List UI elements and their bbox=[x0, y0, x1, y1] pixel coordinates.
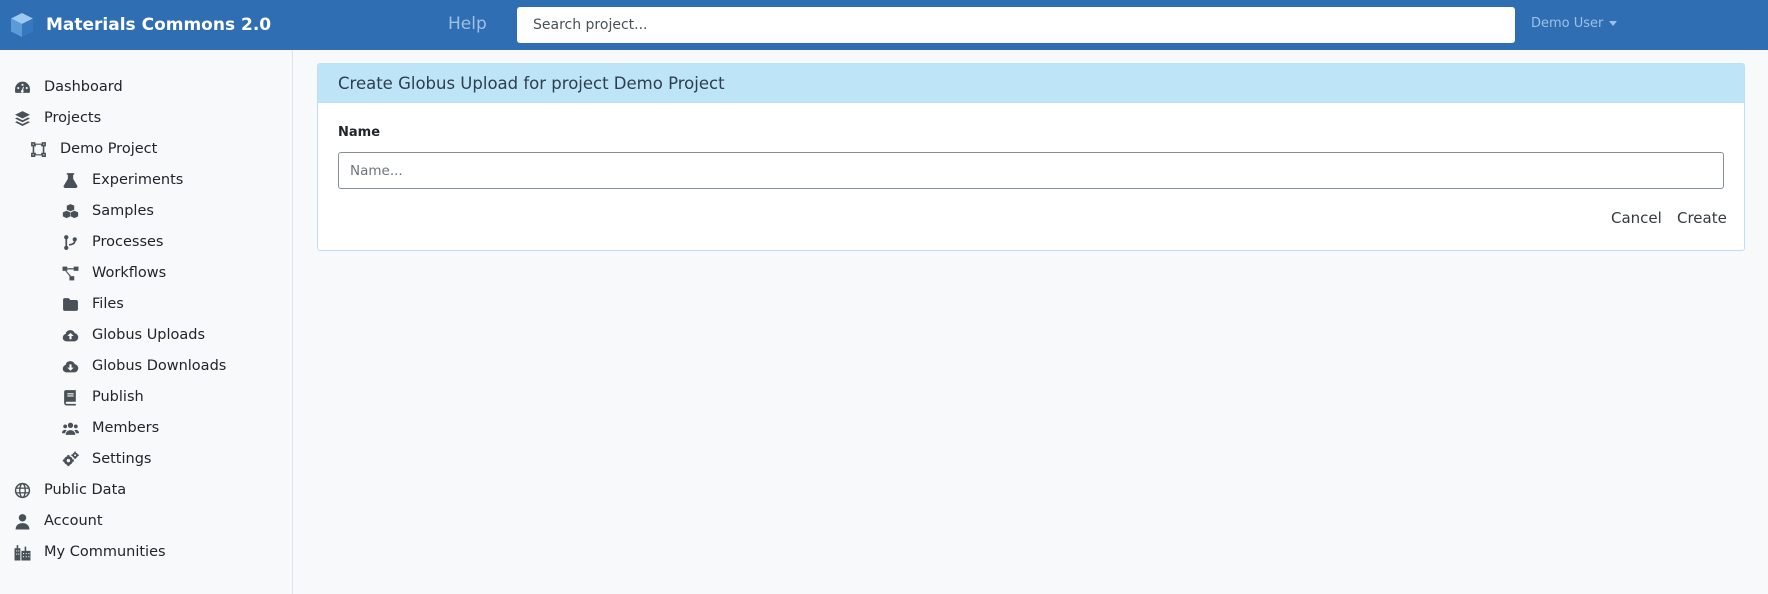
cloud-download-icon bbox=[61, 357, 79, 375]
sidebar-item-label: Files bbox=[92, 296, 124, 312]
sidebar-item-samples[interactable]: Samples bbox=[61, 198, 154, 224]
help-link[interactable]: Help bbox=[448, 14, 487, 34]
create-button[interactable]: Create bbox=[1677, 209, 1727, 227]
sidebar-item-experiments[interactable]: Experiments bbox=[61, 167, 183, 193]
project-shape-icon bbox=[29, 140, 47, 158]
sidebar-item-label: Processes bbox=[92, 234, 164, 250]
sidebar: Dashboard Projects Demo Project Experime… bbox=[0, 50, 293, 594]
sidebar-item-label: Experiments bbox=[92, 172, 184, 188]
dashboard-icon bbox=[13, 78, 31, 96]
workflow-icon bbox=[61, 264, 79, 282]
sidebar-item-label: Members bbox=[92, 420, 160, 436]
cogs-icon bbox=[61, 450, 79, 468]
sidebar-item-label: Settings bbox=[92, 451, 152, 467]
user-name: Demo User bbox=[1531, 16, 1604, 31]
sidebar-item-label: Demo Project bbox=[60, 141, 158, 157]
create-globus-upload-card: Create Globus Upload for project Demo Pr… bbox=[317, 63, 1745, 251]
sidebar-item-label: Account bbox=[44, 513, 103, 529]
top-navbar: Materials Commons 2.0 Help Demo User bbox=[0, 0, 1768, 50]
sidebar-item-workflows[interactable]: Workflows bbox=[61, 260, 166, 286]
sidebar-item-label: Dashboard bbox=[44, 79, 123, 95]
sidebar-item-my-communities[interactable]: My Communities bbox=[13, 539, 166, 565]
sidebar-item-publish[interactable]: Publish bbox=[61, 384, 144, 410]
sidebar-item-dashboard[interactable]: Dashboard bbox=[13, 74, 123, 100]
name-label: Name bbox=[338, 125, 381, 140]
brand[interactable]: Materials Commons 2.0 bbox=[10, 11, 271, 39]
sidebar-item-settings[interactable]: Settings bbox=[61, 446, 151, 472]
search-input[interactable] bbox=[517, 7, 1515, 43]
sidebar-item-files[interactable]: Files bbox=[61, 291, 124, 317]
user-icon bbox=[13, 512, 31, 530]
sidebar-item-label: Samples bbox=[92, 203, 154, 219]
sidebar-item-label: Workflows bbox=[92, 265, 167, 281]
sidebar-item-label: Public Data bbox=[44, 482, 127, 498]
book-icon bbox=[61, 388, 79, 406]
user-menu[interactable]: Demo User bbox=[1531, 16, 1618, 31]
cube-logo-icon bbox=[11, 13, 33, 37]
branch-icon bbox=[61, 233, 79, 251]
cancel-button[interactable]: Cancel bbox=[1611, 209, 1662, 227]
card-title: Create Globus Upload for project Demo Pr… bbox=[338, 73, 725, 93]
sidebar-item-label: Globus Uploads bbox=[92, 327, 206, 343]
brand-title: Materials Commons 2.0 bbox=[46, 15, 272, 35]
folder-icon bbox=[61, 295, 79, 313]
card-header: Create Globus Upload for project Demo Pr… bbox=[318, 64, 1744, 103]
sidebar-item-account[interactable]: Account bbox=[13, 508, 103, 534]
caret-down-icon bbox=[1609, 21, 1618, 26]
city-icon bbox=[13, 543, 31, 561]
sidebar-item-label: Globus Downloads bbox=[92, 358, 227, 374]
sidebar-item-label: My Communities bbox=[44, 544, 166, 560]
sidebar-item-members[interactable]: Members bbox=[61, 415, 159, 441]
sidebar-item-label: Publish bbox=[92, 389, 144, 405]
layers-icon bbox=[13, 109, 31, 127]
users-icon bbox=[61, 419, 79, 437]
sidebar-item-projects[interactable]: Projects bbox=[13, 105, 101, 131]
globe-icon bbox=[13, 481, 31, 499]
sidebar-item-globus-uploads[interactable]: Globus Uploads bbox=[61, 322, 205, 348]
sidebar-item-label: Projects bbox=[44, 110, 102, 126]
sidebar-item-globus-downloads[interactable]: Globus Downloads bbox=[61, 353, 226, 379]
sidebar-item-demo-project[interactable]: Demo Project bbox=[29, 136, 157, 162]
sidebar-item-processes[interactable]: Processes bbox=[61, 229, 163, 255]
cubes-icon bbox=[61, 202, 79, 220]
name-input[interactable] bbox=[338, 152, 1724, 189]
sidebar-item-public-data[interactable]: Public Data bbox=[13, 477, 126, 503]
flask-icon bbox=[61, 171, 79, 189]
cloud-upload-icon bbox=[61, 326, 79, 344]
